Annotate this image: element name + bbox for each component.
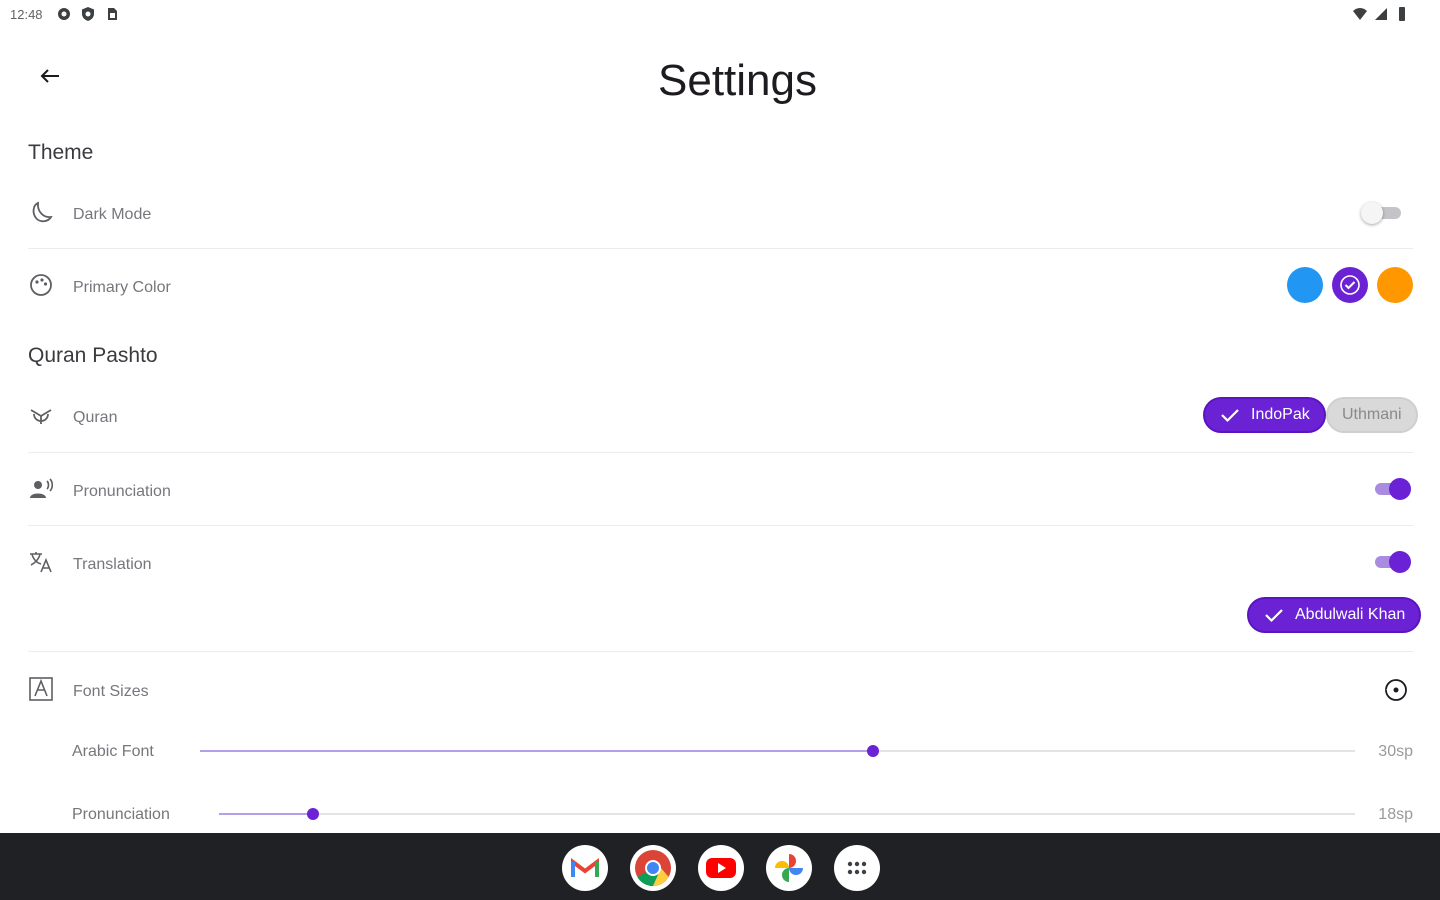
- check-icon: [1265, 609, 1283, 623]
- palette-icon: [30, 274, 52, 296]
- chrome-button[interactable]: [630, 845, 676, 891]
- translate-icon: [30, 552, 52, 573]
- chrome-icon: [635, 850, 671, 886]
- quran-row: Quran IndoPak Uthmani: [28, 396, 1418, 436]
- slider-handle[interactable]: [307, 808, 320, 820]
- font-sizes-row: Font Sizes: [28, 670, 1413, 710]
- divider: [28, 651, 1413, 652]
- signal-icon: [1375, 8, 1387, 20]
- color-option-blue[interactable]: [1287, 267, 1323, 303]
- color-option-purple[interactable]: [1332, 267, 1368, 303]
- dark-mode-row[interactable]: Dark Mode: [28, 198, 1413, 230]
- record-voice-icon: [30, 478, 54, 498]
- translation-row[interactable]: Translation: [28, 543, 1413, 583]
- gmail-icon: [571, 858, 599, 877]
- battery-icon: [1399, 7, 1405, 21]
- photos-icon: [775, 854, 803, 882]
- pronunciation-row[interactable]: Pronunciation: [28, 470, 1413, 510]
- wifi-icon: [1353, 8, 1367, 20]
- status-icons-left: [56, 6, 120, 22]
- status-bar: 12:48: [0, 0, 1440, 30]
- sim-card-icon: [108, 8, 117, 20]
- chip-label: Abdulwali Khan: [1295, 606, 1406, 623]
- app-drawer-icon: [847, 861, 867, 875]
- slider-active-track: [200, 750, 874, 752]
- mosque-icon: [30, 409, 52, 424]
- status-icons-right: [1352, 6, 1410, 22]
- arabic-font-slider[interactable]: [200, 744, 1355, 758]
- arabic-font-value: 30sp: [1378, 743, 1413, 760]
- arabic-font-label: Arabic Font: [72, 743, 154, 760]
- section-title-theme: Theme: [28, 141, 94, 164]
- slider-active-track: [219, 813, 314, 815]
- divider: [28, 452, 1413, 453]
- section-title-quran-pashto: Quran Pashto: [28, 344, 158, 367]
- switch-thumb: [1389, 478, 1411, 500]
- status-time: 12:48: [10, 7, 43, 22]
- chip-indopak[interactable]: IndoPak: [1203, 397, 1326, 433]
- chip-label: IndoPak: [1251, 406, 1310, 423]
- primary-color-label: Primary Color: [73, 279, 171, 296]
- switch-thumb: [1389, 551, 1411, 573]
- pronunciation-switch[interactable]: [1373, 478, 1411, 500]
- app-drawer-button[interactable]: [834, 845, 880, 891]
- translation-label: Translation: [73, 556, 152, 573]
- divider: [28, 525, 1413, 526]
- dark-mode-switch[interactable]: [1361, 202, 1403, 224]
- slider-handle[interactable]: [867, 745, 880, 757]
- moon-icon: [32, 201, 53, 223]
- color-option-orange[interactable]: [1377, 267, 1413, 303]
- switch-thumb: [1361, 202, 1383, 224]
- pronunciation-font-slider[interactable]: [219, 807, 1355, 821]
- chip-uthmani[interactable]: Uthmani: [1326, 397, 1418, 433]
- dark-mode-label: Dark Mode: [73, 206, 152, 223]
- font-size-icon: [29, 677, 53, 701]
- youtube-button[interactable]: [698, 845, 744, 891]
- pronunciation-font-label: Pronunciation: [72, 806, 170, 823]
- chip-abdulwali-khan[interactable]: Abdulwali Khan: [1247, 597, 1422, 633]
- photos-button[interactable]: [766, 845, 812, 891]
- app-bar: Settings: [0, 40, 1440, 120]
- divider: [28, 248, 1413, 249]
- reset-icon[interactable]: [1383, 677, 1409, 703]
- font-sizes-label: Font Sizes: [73, 683, 149, 700]
- page-title: Settings: [658, 56, 817, 105]
- app-dock: [562, 845, 880, 891]
- slider-track: [219, 813, 1355, 815]
- youtube-icon: [706, 858, 736, 878]
- gmail-button[interactable]: [562, 845, 608, 891]
- translation-switch[interactable]: [1373, 551, 1411, 573]
- check-icon: [1340, 275, 1360, 295]
- settings-icon: [58, 8, 70, 20]
- primary-color-row: Primary Color: [28, 266, 1413, 306]
- quran-label: Quran: [73, 409, 118, 426]
- pronunciation-label: Pronunciation: [73, 483, 171, 500]
- shield-icon: [82, 7, 94, 21]
- check-icon: [1221, 409, 1239, 423]
- taskbar: [0, 833, 1440, 900]
- pronunciation-font-value: 18sp: [1378, 806, 1413, 823]
- chip-label: Uthmani: [1342, 406, 1402, 423]
